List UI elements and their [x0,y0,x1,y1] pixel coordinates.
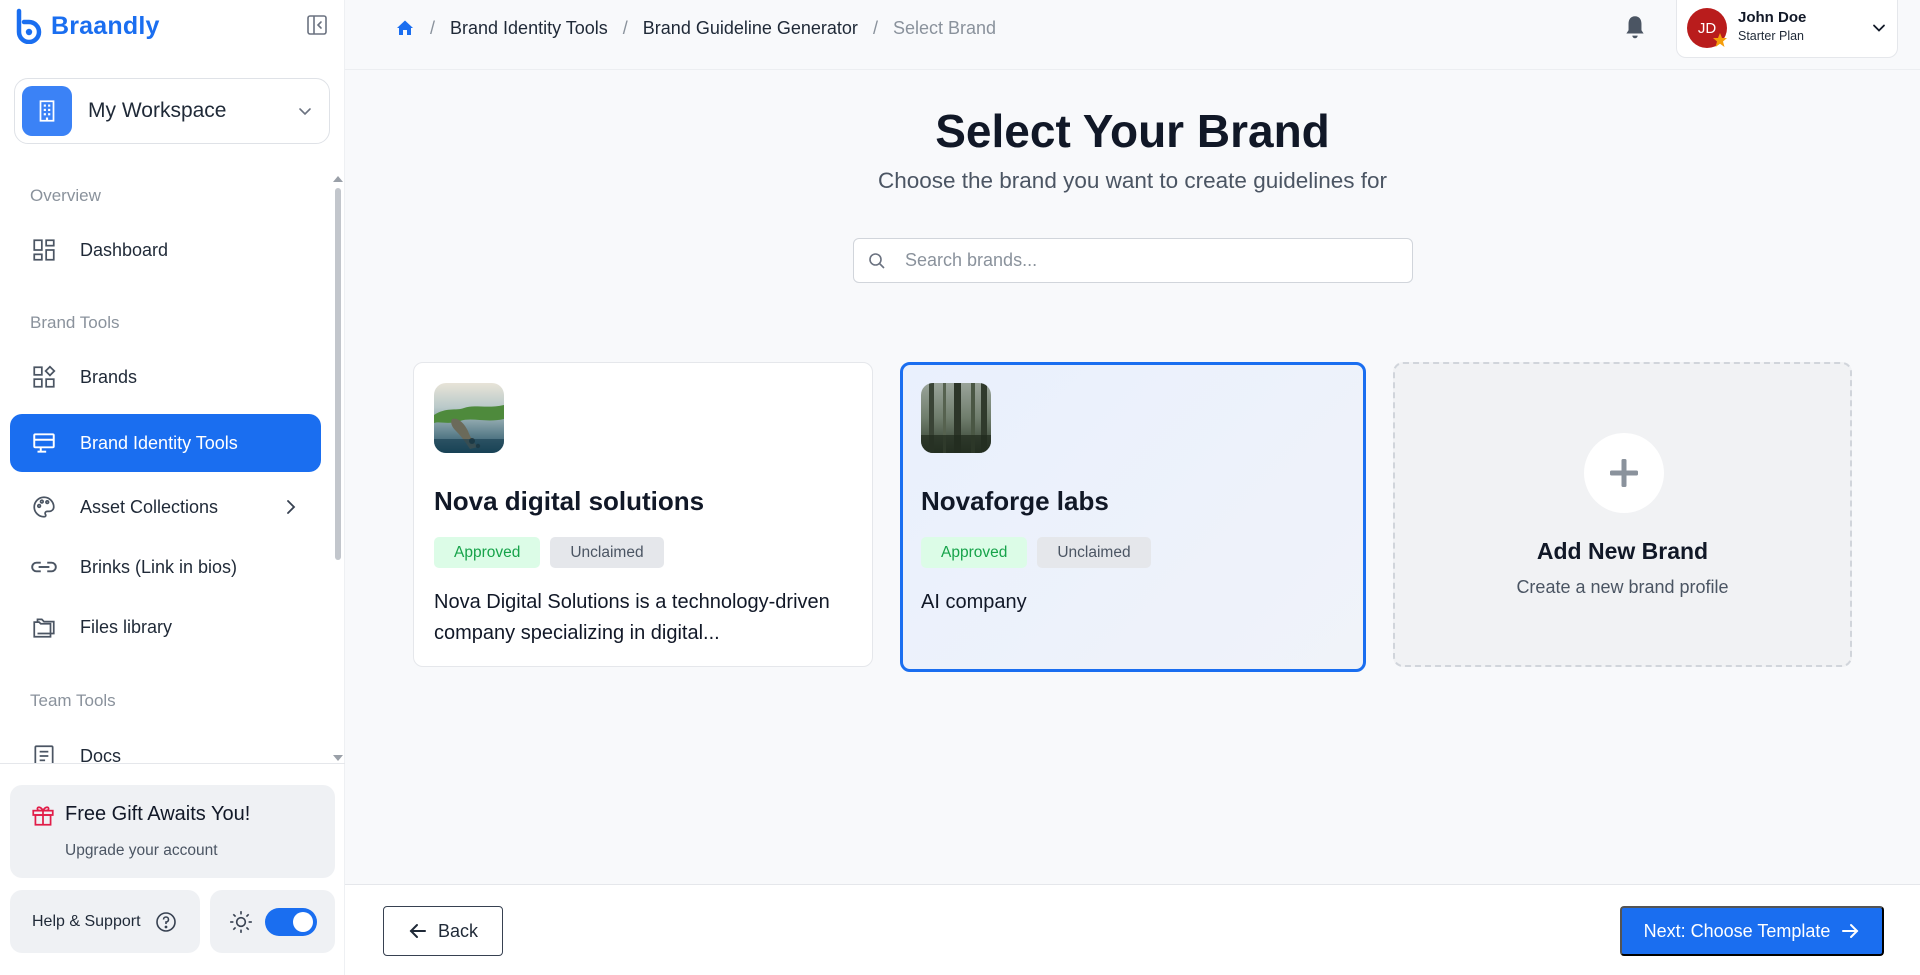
gift-subtitle: Upgrade your account [65,842,218,859]
folder-icon [30,613,58,641]
next-label: Next: Choose Template [1643,920,1831,941]
bell-icon[interactable] [1622,13,1648,41]
brand-badges: Approved Unclaimed [921,537,1161,568]
breadcrumb-separator: / [430,17,436,38]
sidebar-item-label: Brands [80,366,138,387]
gift-title: Free Gift Awaits You! [65,803,251,825]
app-logo[interactable]: Braandly [13,8,160,44]
page-subtitle: Choose the brand you want to create guid… [877,168,1388,193]
sidebar-item-asset-collections[interactable]: Asset Collections [10,478,321,536]
breadcrumb-item-brand-guideline-generator[interactable]: Brand Guideline Generator [643,18,858,39]
brand-name: Novaforge labs [921,486,1109,516]
help-support-label: Help & Support [32,912,141,930]
add-brand-title: Add New Brand [1536,538,1709,564]
user-name: John Doe [1738,9,1807,26]
sidebar-item-label: Brinks (Link in bios) [80,556,238,577]
scroll-down-arrow[interactable] [333,755,343,761]
user-menu[interactable]: JD John Doe Starter Plan [1676,0,1898,58]
scroll-up-arrow[interactable] [333,176,343,182]
workspace-selector[interactable]: My Workspace [14,78,330,144]
chevron-right-icon [287,500,296,514]
brand-description: Nova Digital Solutions is a technology-d… [434,591,830,644]
nav-section-team-tools: Team Tools [30,691,116,710]
sidebar-item-label: Dashboard [80,239,169,260]
brands-grid-icon [30,363,58,391]
nav-section-overview: Overview [30,186,101,205]
breadcrumb-item-brand-identity-tools[interactable]: Brand Identity Tools [450,18,608,39]
sidebar-nav: Overview Dashboard Brand Tools Brands Br… [0,170,345,763]
back-label: Back [437,920,479,941]
wizard-footer: Back Next: Choose Template [345,884,1920,975]
breadcrumb-item-select-brand: Select Brand [892,17,997,38]
sidebar-item-brand-identity-tools[interactable]: Brand Identity Tools [10,414,321,472]
building-icon [22,86,72,136]
sidebar-item-dashboard[interactable]: Dashboard [10,221,321,279]
sidebar-divider [0,763,345,764]
brand-thumbnail [434,383,504,453]
link-icon [30,553,58,581]
braandly-logo-icon [16,8,42,44]
status-badge-approved: Approved [434,537,541,568]
theme-toggle-group [210,890,335,953]
monitor-icon [30,429,58,457]
top-header: / Brand Identity Tools / Brand Guideline… [345,0,1920,70]
workspace-label: My Workspace [88,99,227,122]
home-icon[interactable] [395,18,415,38]
breadcrumb: / Brand Identity Tools / Brand Guideline… [395,16,996,40]
brand-card-nova-digital-solutions[interactable]: Nova digital solutions Approved Unclaime… [413,362,873,667]
search-box [853,238,1413,283]
chevron-down-icon [1873,24,1885,32]
brand-thumbnail [921,383,991,453]
search-icon [869,253,885,269]
brand-name: Nova digital solutions [434,486,705,516]
sidebar-item-label: Files library [80,616,173,637]
free-gift-card[interactable]: Free Gift Awaits You! Upgrade your accou… [10,785,335,878]
help-support-button[interactable]: Help & Support [10,890,200,953]
sidebar-scrollbar[interactable] [335,188,341,560]
collapse-sidebar-icon[interactable] [305,13,329,37]
sidebar-item-docs[interactable]: Docs [10,727,321,763]
chevron-down-icon [299,108,311,116]
sidebar-item-brands[interactable]: Brands [10,348,321,406]
page-title: Select Your Brand [935,105,1330,157]
status-badge-approved: Approved [921,537,1028,568]
document-icon [30,742,58,763]
back-button[interactable]: Back [383,906,503,956]
add-new-brand-card[interactable]: Add New Brand Create a new brand profile [1393,362,1852,667]
help-circle-icon [156,912,176,932]
breadcrumb-separator: / [872,17,878,38]
search-input[interactable] [905,239,1400,282]
sidebar-item-label: Asset Collections [80,496,219,517]
next-choose-template-button[interactable]: Next: Choose Template [1620,906,1884,956]
add-brand-subtitle: Create a new brand profile [1516,577,1729,597]
sun-icon [230,911,252,933]
dashboard-icon [30,236,58,264]
breadcrumb-separator: / [622,17,628,38]
palette-icon [30,493,58,521]
sidebar-item-brinks[interactable]: Brinks (Link in bios) [10,538,321,596]
sidebar-item-label: Docs [80,745,122,764]
brand-description: AI company [921,591,1027,613]
sidebar: Braandly My Workspace Overview Dashboard… [0,0,345,975]
gift-icon [32,806,54,826]
brand-card-novaforge-labs[interactable]: Novaforge labs Approved Unclaimed AI com… [900,362,1366,672]
sidebar-item-label: Brand Identity Tools [80,432,238,453]
nav-section-brand-tools: Brand Tools [30,313,120,332]
brand-badges: Approved Unclaimed [434,537,674,568]
star-badge-icon [1713,33,1727,47]
sidebar-item-files-library[interactable]: Files library [10,598,321,656]
arrow-left-icon [409,924,426,938]
status-badge-unclaimed: Unclaimed [550,537,664,568]
status-badge-unclaimed: Unclaimed [1037,537,1151,568]
toggle-knob [293,912,313,932]
theme-toggle[interactable] [265,908,317,936]
app-name: Braandly [51,11,160,40]
arrow-right-icon [1842,924,1859,938]
user-plan: Starter Plan [1738,29,1805,43]
plus-icon [1584,433,1664,513]
